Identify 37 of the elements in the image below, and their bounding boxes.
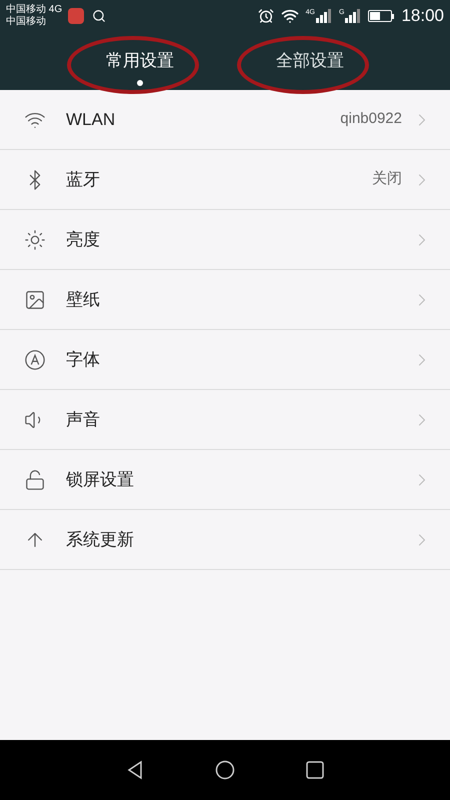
setting-label: WLAN bbox=[66, 108, 116, 131]
signal-icon bbox=[316, 9, 332, 23]
setting-label: 壁纸 bbox=[66, 288, 100, 311]
setting-label: 系统更新 bbox=[66, 528, 134, 551]
image-icon bbox=[24, 288, 46, 310]
settings-row[interactable]: 字体 bbox=[0, 330, 450, 390]
wifi-icon bbox=[280, 7, 299, 25]
app-icon bbox=[68, 8, 84, 24]
setting-label: 亮度 bbox=[66, 228, 100, 251]
settings-row[interactable]: 壁纸 bbox=[0, 270, 450, 330]
alarm-icon bbox=[258, 8, 274, 24]
back-icon[interactable] bbox=[125, 760, 145, 780]
unlock-icon bbox=[24, 468, 46, 490]
tab[interactable]: 全部设置 bbox=[255, 32, 365, 90]
setting-value: 关闭 bbox=[372, 169, 402, 190]
setting-label: 蓝牙 bbox=[66, 168, 100, 191]
tab[interactable]: 常用设置 bbox=[85, 32, 195, 90]
battery-icon bbox=[368, 10, 394, 22]
settings-row[interactable]: 声音 bbox=[0, 390, 450, 450]
settings-row[interactable]: WLAN qinb0922 bbox=[0, 90, 450, 150]
setting-value: qinb0922 bbox=[340, 109, 402, 130]
search-icon bbox=[92, 9, 106, 23]
clock-time: 18:00 bbox=[401, 5, 444, 28]
font-icon bbox=[24, 348, 46, 370]
signal-icon bbox=[345, 9, 362, 23]
sun-icon bbox=[24, 228, 46, 250]
settings-row[interactable]: 系统更新 bbox=[0, 510, 450, 570]
settings-row[interactable]: 蓝牙 关闭 bbox=[0, 150, 450, 210]
home-icon[interactable] bbox=[215, 760, 235, 780]
setting-label: 字体 bbox=[66, 348, 100, 371]
carrier-label: 中国移动 bbox=[6, 16, 47, 28]
recents-icon[interactable] bbox=[305, 760, 325, 780]
carrier-label: 中国移动 4G bbox=[6, 4, 62, 16]
settings-row[interactable]: 锁屏设置 bbox=[0, 450, 450, 510]
setting-label: 锁屏设置 bbox=[66, 468, 134, 491]
setting-label: 声音 bbox=[66, 408, 100, 431]
settings-row[interactable]: 亮度 bbox=[0, 210, 450, 270]
